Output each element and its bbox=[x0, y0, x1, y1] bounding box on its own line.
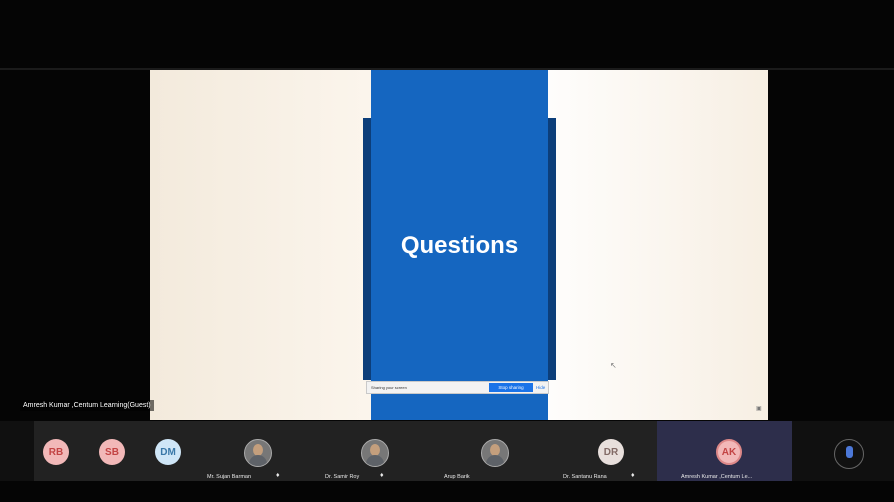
person-body-icon bbox=[249, 455, 267, 466]
participant-avatar-dm[interactable]: DM bbox=[155, 439, 181, 465]
screen-sharing-bar: Sharing your screen Stop sharing Hide bbox=[366, 381, 549, 394]
slide-title: Questions bbox=[400, 232, 519, 259]
participant-name-santanu-rana: Dr. Santanu Rana bbox=[563, 474, 607, 480]
participant-avatar-dr: DR bbox=[598, 439, 624, 465]
hide-sharing-bar-button[interactable]: Hide bbox=[536, 385, 545, 390]
sharing-message: Sharing your screen bbox=[371, 385, 407, 390]
microphone-icon: ♦ bbox=[631, 472, 635, 479]
participant-scroll-button[interactable] bbox=[834, 439, 864, 469]
participant-photo-arup-barik bbox=[481, 439, 509, 467]
participant-name-sujan-barman: Mr. Sujan Barman bbox=[207, 474, 252, 480]
microphone-icon: ♦ bbox=[380, 472, 384, 479]
person-body-icon bbox=[486, 455, 504, 466]
slide-corner-mark: ▣ bbox=[756, 406, 762, 412]
participant-photo-sujan-barman bbox=[244, 439, 272, 467]
person-body-icon bbox=[366, 455, 384, 466]
stop-sharing-button[interactable]: Stop sharing bbox=[489, 383, 533, 392]
participant-name-arup-barik: Arup Barik bbox=[444, 474, 470, 480]
participant-avatar-rb[interactable]: RB bbox=[43, 439, 69, 465]
participant-name-amresh-kumar: Amresh Kumar ,Centum Le... bbox=[681, 474, 753, 480]
participant-name-samir-roy: Dr. Samir Roy bbox=[325, 474, 360, 480]
participant-avatar-icon bbox=[846, 446, 853, 458]
participant-avatar-ak: AK bbox=[716, 439, 742, 465]
participant-avatar-sb[interactable]: SB bbox=[99, 439, 125, 465]
microphone-icon: ♦ bbox=[276, 472, 280, 479]
participant-strip-left-margin bbox=[0, 421, 34, 481]
presenter-name-label: Amresh Kumar ,Centum Learning(Guest) bbox=[20, 400, 154, 411]
participant-photo-samir-roy bbox=[361, 439, 389, 467]
mouse-cursor-icon: ↖ bbox=[610, 361, 617, 370]
